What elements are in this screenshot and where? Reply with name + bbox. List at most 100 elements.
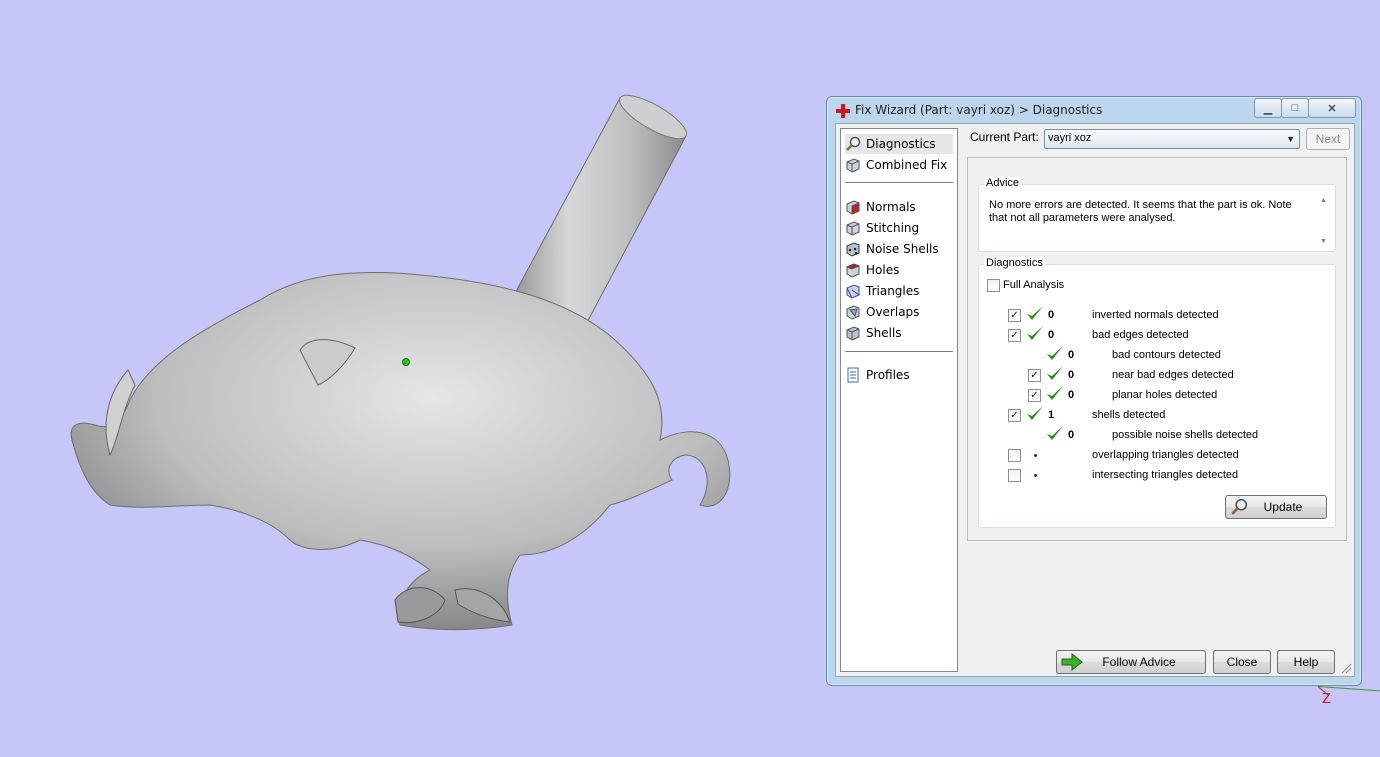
current-part-value: vayri xoz bbox=[1048, 132, 1092, 144]
shells-text: shells detected bbox=[1092, 409, 1166, 421]
shell-cube-icon bbox=[846, 326, 860, 341]
pending-dot-icon bbox=[1034, 474, 1037, 477]
maximize-icon: □ bbox=[1291, 102, 1299, 114]
x-axis-line bbox=[1317, 686, 1380, 692]
minimize-icon: ▁ bbox=[1263, 102, 1273, 115]
green-check-icon bbox=[1047, 386, 1063, 400]
bad-edges-checkbox[interactable]: ✓ bbox=[1008, 329, 1021, 342]
resize-grip-icon[interactable] bbox=[1340, 662, 1352, 674]
help-button[interactable]: Help bbox=[1277, 650, 1335, 674]
nav-item-holes[interactable]: Holes bbox=[845, 260, 899, 280]
bad-contours-count: 0 bbox=[1068, 349, 1075, 361]
title-bar[interactable]: Fix Wizard (Part: vayri xoz) > Diagnosti… bbox=[827, 97, 1361, 123]
nav-divider bbox=[845, 351, 953, 352]
green-check-icon bbox=[1027, 306, 1043, 320]
advice-group-title: Advice bbox=[984, 177, 1022, 189]
cube-icon bbox=[846, 158, 860, 173]
nav-item-stitching[interactable]: Stitching bbox=[845, 218, 919, 238]
close-button[interactable]: Close bbox=[1213, 650, 1271, 674]
nav-label: Stitching bbox=[866, 221, 920, 235]
follow-advice-button[interactable]: Follow Advice bbox=[1056, 650, 1206, 674]
scroll-up-icon: ▲ bbox=[1320, 197, 1327, 204]
pending-dot-icon bbox=[1034, 454, 1037, 457]
noise-cube-icon bbox=[846, 242, 860, 257]
full-analysis-label: Full Analysis bbox=[1003, 279, 1065, 291]
green-check-icon bbox=[1047, 366, 1063, 380]
full-analysis-checkbox[interactable] bbox=[987, 279, 1000, 292]
next-button[interactable]: Next bbox=[1306, 128, 1350, 150]
green-arrow-icon bbox=[1061, 653, 1083, 671]
z-axis-label: Z bbox=[1322, 692, 1331, 707]
nav-divider bbox=[845, 182, 953, 183]
intersecting-triangles-text: intersecting triangles detected bbox=[1092, 469, 1239, 481]
cube-hole-icon bbox=[845, 263, 861, 278]
nav-item-triangles[interactable]: Triangles bbox=[845, 281, 919, 301]
wizard-nav-list: Diagnostics Combined Fix Normals Stitchi… bbox=[840, 128, 958, 672]
diagnostics-panel: Advice No more errors are detected. It s… bbox=[967, 157, 1347, 541]
triangle-cube-icon bbox=[846, 284, 860, 299]
magnifier-icon bbox=[846, 136, 861, 151]
diagnostics-group-title: Diagnostics bbox=[984, 257, 1045, 269]
nav-item-diagnostics[interactable]: Diagnostics bbox=[845, 134, 953, 154]
bad-edges-count: 0 bbox=[1048, 329, 1055, 341]
advice-group: Advice No more errors are detected. It s… bbox=[978, 177, 1336, 252]
follow-advice-label: Follow Advice bbox=[1102, 655, 1176, 669]
nav-label: Combined Fix bbox=[866, 158, 948, 172]
nav-label: Diagnostics bbox=[866, 137, 936, 151]
green-check-icon bbox=[1047, 426, 1063, 440]
nav-item-combined-fix[interactable]: Combined Fix bbox=[845, 155, 947, 175]
window-title: Fix Wizard (Part: vayri xoz) > Diagnosti… bbox=[855, 103, 1103, 117]
advice-text: No more errors are detected. It seems th… bbox=[989, 199, 1292, 224]
current-part-dropdown[interactable]: vayri xoz ▼ bbox=[1044, 129, 1300, 149]
overlapping-triangles-checkbox[interactable] bbox=[1008, 449, 1021, 462]
scroll-down-icon: ▼ bbox=[1320, 238, 1327, 245]
nav-label: Profiles bbox=[866, 368, 910, 382]
nav-label: Triangles bbox=[866, 284, 920, 298]
nav-item-profiles[interactable]: Profiles bbox=[845, 365, 910, 385]
close-icon: ✕ bbox=[1327, 102, 1337, 115]
green-check-icon bbox=[1027, 326, 1043, 340]
magnifier-icon bbox=[1231, 498, 1248, 515]
boar-3d-model bbox=[70, 94, 731, 631]
update-button[interactable]: Update bbox=[1225, 495, 1327, 519]
green-check-icon bbox=[1047, 346, 1063, 360]
shells-checkbox[interactable]: ✓ bbox=[1008, 409, 1021, 422]
advice-scrollbar[interactable]: ▲ ▼ bbox=[1317, 197, 1331, 245]
current-part-label: Current Part: bbox=[970, 130, 1039, 144]
intersecting-triangles-checkbox[interactable] bbox=[1008, 469, 1021, 482]
planar-holes-count: 0 bbox=[1068, 389, 1075, 401]
shells-count: 1 bbox=[1048, 409, 1055, 421]
maximize-button[interactable]: □ bbox=[1281, 98, 1309, 118]
noise-shells-text: possible noise shells detected bbox=[1112, 429, 1259, 441]
noise-shells-count: 0 bbox=[1068, 429, 1075, 441]
near-bad-edges-count: 0 bbox=[1068, 369, 1075, 381]
inverted-normals-checkbox[interactable]: ✓ bbox=[1008, 309, 1021, 322]
nav-item-shells[interactable]: Shells bbox=[845, 323, 902, 343]
green-check-icon bbox=[1027, 406, 1043, 420]
planar-holes-text: planar holes detected bbox=[1112, 389, 1218, 401]
nav-item-overlaps[interactable]: Overlaps bbox=[845, 302, 919, 322]
cube-red-face-icon bbox=[846, 200, 860, 215]
nav-label: Holes bbox=[866, 263, 900, 277]
fix-wizard-window: Fix Wizard (Part: vayri xoz) > Diagnosti… bbox=[826, 96, 1362, 686]
update-label: Update bbox=[1263, 500, 1303, 514]
bad-edges-text: bad edges detected bbox=[1092, 329, 1189, 341]
minimize-button[interactable]: ▁ bbox=[1254, 98, 1282, 118]
nav-item-normals[interactable]: Normals bbox=[845, 197, 916, 217]
near-bad-edges-checkbox[interactable]: ✓ bbox=[1028, 369, 1041, 382]
cube-stitch-icon bbox=[846, 221, 860, 236]
nav-label: Shells bbox=[866, 326, 902, 340]
planar-holes-checkbox[interactable]: ✓ bbox=[1028, 389, 1041, 402]
nav-label: Noise Shells bbox=[866, 242, 939, 256]
close-window-button[interactable]: ✕ bbox=[1308, 98, 1356, 118]
overlapping-triangles-text: overlapping triangles detected bbox=[1092, 449, 1239, 461]
overlap-cube-icon bbox=[846, 305, 860, 320]
nav-label: Overlaps bbox=[866, 305, 920, 319]
inverted-normals-count: 0 bbox=[1048, 309, 1055, 321]
red-cross-icon bbox=[836, 104, 850, 118]
near-bad-edges-text: near bad edges detected bbox=[1112, 369, 1234, 381]
wizard-client-area: Diagnostics Combined Fix Normals Stitchi… bbox=[835, 123, 1355, 677]
document-icon bbox=[847, 367, 859, 383]
bad-contours-text: bad contours detected bbox=[1112, 349, 1221, 361]
nav-item-noise-shells[interactable]: Noise Shells bbox=[845, 239, 939, 259]
